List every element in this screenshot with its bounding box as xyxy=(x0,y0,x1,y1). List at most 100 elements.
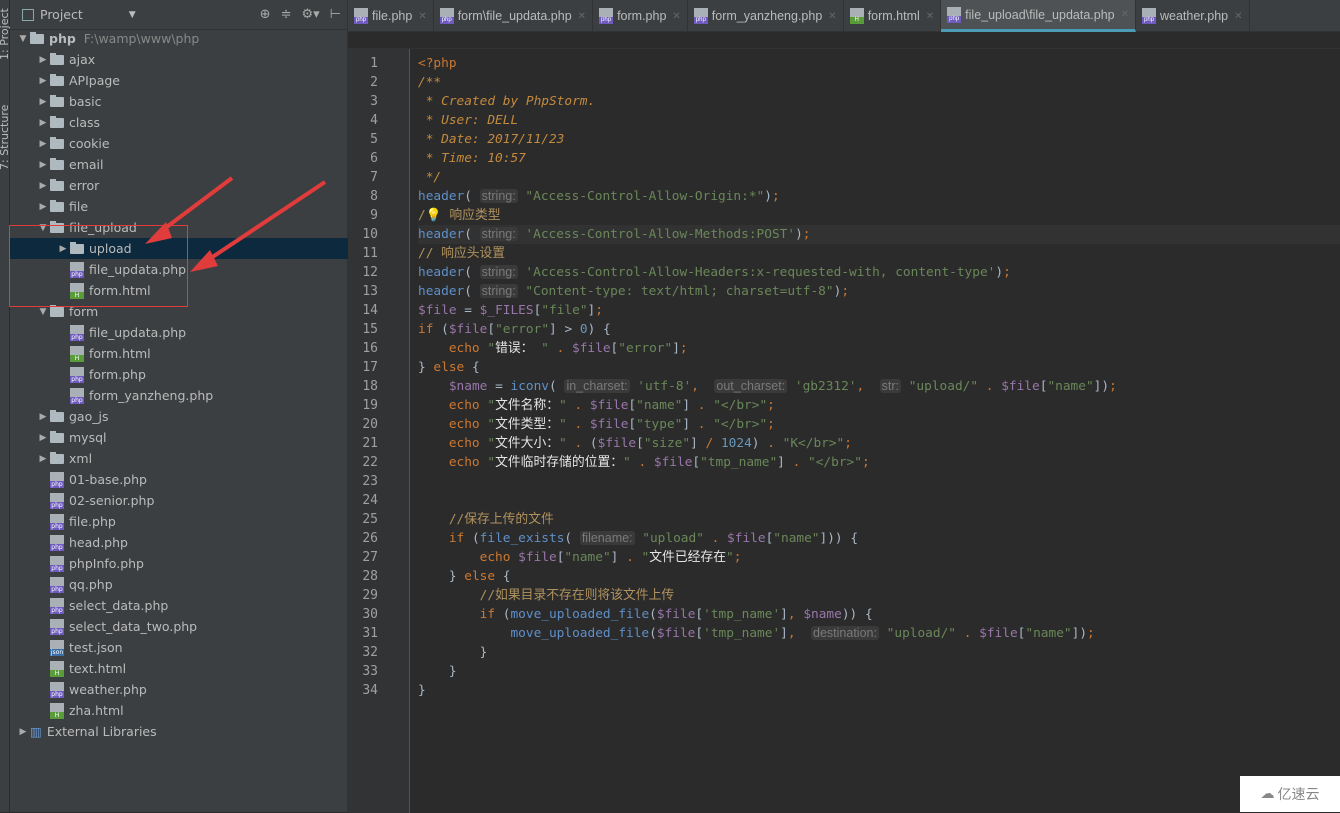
tree-item[interactable]: ▶ ajax xyxy=(10,49,348,70)
collapsed-arrow-icon[interactable]: ▶ xyxy=(36,139,50,149)
hide-panel-icon[interactable]: ⊢ xyxy=(330,7,341,22)
code-line[interactable]: header( string: 'Access-Control-Allow-He… xyxy=(418,263,1011,282)
tree-item[interactable]: php 02-senior.php xyxy=(10,490,348,511)
tree-item[interactable]: php select_data_two.php xyxy=(10,616,348,637)
code-token: ) xyxy=(795,227,803,242)
code-line[interactable]: echo "文件临时存储的位置：" . $file["tmp_name"] . … xyxy=(418,453,870,472)
project-view-selector[interactable]: Project xyxy=(40,7,83,22)
tree-item[interactable]: ▶ ▥ External Libraries xyxy=(10,721,348,742)
code-line[interactable]: header( string: 'Access-Control-Allow-Me… xyxy=(418,225,1340,244)
tree-item[interactable]: ▼ php F:\wamp\www\php xyxy=(10,28,348,49)
collapsed-arrow-icon[interactable]: ▶ xyxy=(16,727,30,737)
code-line[interactable]: } else { xyxy=(418,567,511,586)
code-token: $file xyxy=(518,550,557,565)
collapsed-arrow-icon[interactable]: ▶ xyxy=(36,433,50,443)
code-line[interactable]: echo "文件名称：" . $file["name"] . "</br>"; xyxy=(418,396,775,415)
tab-file-php[interactable]: php file.php ✕ xyxy=(348,0,434,32)
tree-item[interactable]: php head.php xyxy=(10,532,348,553)
tree-item[interactable]: ▶ mysql xyxy=(10,427,348,448)
tree-item[interactable]: ▶ cookie xyxy=(10,133,348,154)
code-line[interactable]: * User: DELL xyxy=(418,111,518,130)
tree-item[interactable]: ▶ error xyxy=(10,175,348,196)
tree-item[interactable]: ▶ APIpage xyxy=(10,70,348,91)
tab-form-yanzheng-php[interactable]: php form_yanzheng.php ✕ xyxy=(688,0,844,32)
code-line[interactable]: <?php xyxy=(418,54,457,73)
code-line[interactable]: if (file_exists( filename: "upload" . $f… xyxy=(418,529,858,548)
chevron-down-icon[interactable]: ▼ xyxy=(129,10,136,20)
close-tab-icon[interactable]: ✕ xyxy=(1121,9,1129,20)
collapsed-arrow-icon[interactable]: ▶ xyxy=(36,97,50,107)
close-tab-icon[interactable]: ✕ xyxy=(828,11,836,22)
code-line[interactable]: } else { xyxy=(418,358,480,377)
tree-item[interactable]: php file_updata.php xyxy=(10,322,348,343)
tree-item[interactable]: php form_yanzheng.php xyxy=(10,385,348,406)
tree-item[interactable]: php file.php xyxy=(10,511,348,532)
code-line[interactable]: move_uploaded_file($file['tmp_name'], de… xyxy=(418,624,1095,643)
tree-item[interactable]: ▶ xml xyxy=(10,448,348,469)
code-line[interactable]: // 响应头设置 xyxy=(418,244,505,263)
code-line[interactable]: //如果目录不存在则将该文件上传 xyxy=(418,586,675,605)
code-line[interactable]: } xyxy=(418,662,457,681)
tree-item[interactable]: Hform.html xyxy=(10,343,348,364)
code-editor[interactable]: 1 2 3 4 5 6 7 8 9 10 11 12 13 14 15 16 17 18 19 20 21 22 23 24 2… xyxy=(348,48,1340,813)
close-tab-icon[interactable]: ✕ xyxy=(672,11,680,22)
code-line[interactable]: header( string: "Access-Control-Allow-Or… xyxy=(418,187,780,206)
code-line[interactable]: echo "文件类型：" . $file["type"] . "</br>"; xyxy=(418,415,775,434)
tree-item[interactable]: ▶ class xyxy=(10,112,348,133)
code-line[interactable]: header( string: "Content-type: text/html… xyxy=(418,282,849,301)
collapsed-arrow-icon[interactable]: ▶ xyxy=(36,202,50,212)
code-line[interactable]: echo "错误： " . $file["error"]; xyxy=(418,339,688,358)
code-line[interactable]: } xyxy=(418,643,488,662)
code-line[interactable]: $name = iconv( in_charset: 'utf-8', out_… xyxy=(418,377,1117,396)
collapsed-arrow-icon[interactable]: ▶ xyxy=(36,55,50,65)
tab-weather-php[interactable]: php weather.php ✕ xyxy=(1136,0,1250,32)
code-line[interactable]: * Time: 10:57 xyxy=(418,149,526,168)
tab-label: form.php xyxy=(617,9,667,23)
code-line[interactable]: */ xyxy=(418,168,441,187)
code-line[interactable]: * Date: 2017/11/23 xyxy=(418,130,565,149)
collapsed-arrow-icon[interactable]: ▶ xyxy=(36,118,50,128)
gear-icon[interactable]: ⚙▾ xyxy=(301,7,319,22)
tab-form-file-updata-php[interactable]: php form\file_updata.php ✕ xyxy=(434,0,594,32)
tab-form-html[interactable]: Hform.html ✕ xyxy=(844,0,942,32)
code-line[interactable]: //保存上传的文件 xyxy=(418,510,554,529)
collapsed-arrow-icon[interactable]: ▶ xyxy=(36,181,50,191)
close-tab-icon[interactable]: ✕ xyxy=(578,11,586,22)
tree-item[interactable]: ▶ file xyxy=(10,196,348,217)
collapsed-arrow-icon[interactable]: ▶ xyxy=(36,454,50,464)
code-line[interactable]: $file = $_FILES["file"]; xyxy=(418,301,603,320)
close-tab-icon[interactable]: ✕ xyxy=(1234,11,1242,22)
code-line[interactable]: if ($file["error"] > 0) { xyxy=(418,320,611,339)
code-line[interactable]: /** xyxy=(418,73,441,92)
tree-item[interactable]: php weather.php xyxy=(10,679,348,700)
code-line[interactable]: } xyxy=(418,681,426,700)
tree-item[interactable]: php select_data.php xyxy=(10,595,348,616)
tree-item[interactable]: php 01-base.php xyxy=(10,469,348,490)
code-line[interactable]: * Created by PhpStorm. xyxy=(418,92,596,111)
tree-item[interactable]: ▶ gao_js xyxy=(10,406,348,427)
expanded-arrow-icon[interactable]: ▼ xyxy=(16,34,30,44)
collapsed-arrow-icon[interactable]: ▶ xyxy=(36,160,50,170)
expanded-arrow-icon[interactable]: ▼ xyxy=(36,307,50,317)
collapsed-arrow-icon[interactable]: ▶ xyxy=(36,412,50,422)
locate-icon[interactable]: ⊕ xyxy=(260,7,271,22)
collapse-all-icon[interactable]: ≑ xyxy=(281,7,292,22)
tab-form-php[interactable]: php form.php ✕ xyxy=(593,0,688,32)
code-token: header xyxy=(418,227,465,242)
tree-item[interactable]: php form.php xyxy=(10,364,348,385)
tree-item[interactable]: Htext.html xyxy=(10,658,348,679)
tree-item[interactable]: php phpInfo.php xyxy=(10,553,348,574)
tree-item[interactable]: Hzha.html xyxy=(10,700,348,721)
close-tab-icon[interactable]: ✕ xyxy=(926,11,934,22)
tab-file-upload-file-updata-php[interactable]: php file_upload\file_updata.php ✕ xyxy=(941,0,1136,32)
tree-item[interactable]: ▶ email xyxy=(10,154,348,175)
code-line[interactable]: /💡 响应类型 xyxy=(418,206,501,225)
tree-item[interactable]: php qq.php xyxy=(10,574,348,595)
code-line[interactable]: echo $file["name"] . "文件已经存在"; xyxy=(418,548,742,567)
close-tab-icon[interactable]: ✕ xyxy=(418,11,426,22)
tree-item[interactable]: ▶ basic xyxy=(10,91,348,112)
collapsed-arrow-icon[interactable]: ▶ xyxy=(36,76,50,86)
code-line[interactable]: echo "文件大小：" . ($file["size"] / 1024) . … xyxy=(418,434,852,453)
tree-item[interactable]: json test.json xyxy=(10,637,348,658)
code-line[interactable]: if (move_uploaded_file($file['tmp_name']… xyxy=(418,605,873,624)
